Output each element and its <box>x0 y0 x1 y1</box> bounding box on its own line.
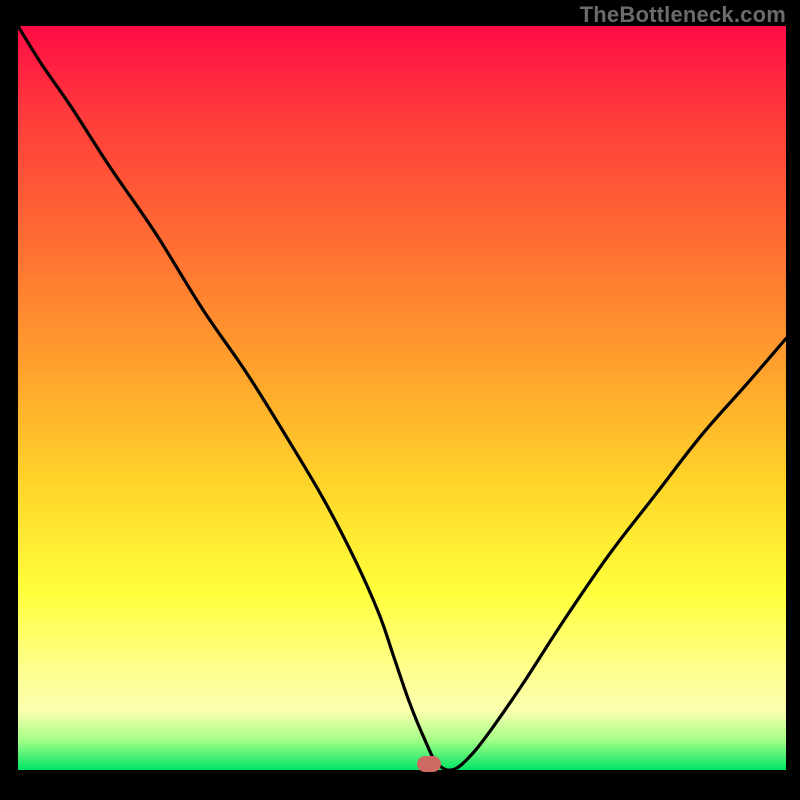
chart-frame: TheBottleneck.com <box>0 0 800 800</box>
optimum-marker <box>417 756 441 772</box>
plot-area <box>18 26 786 770</box>
watermark-text: TheBottleneck.com <box>580 2 786 28</box>
bottleneck-curve <box>18 26 786 770</box>
